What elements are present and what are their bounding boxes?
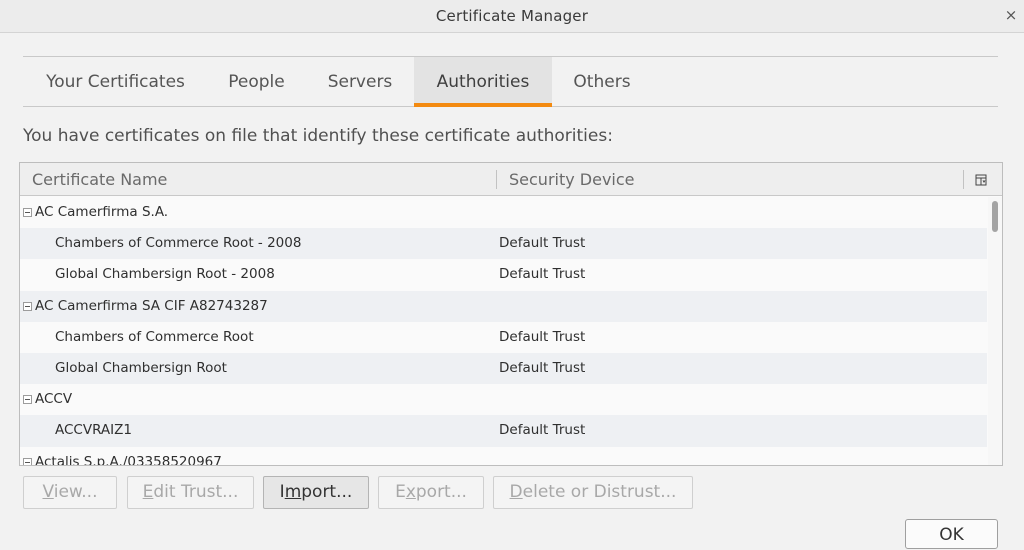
tree-row-certificate[interactable]: Chambers of Commerce Root Default Trust (20, 322, 987, 353)
collapse-toggle-icon[interactable] (23, 208, 32, 217)
tab-others[interactable]: Others (552, 57, 652, 107)
tree-row-certificate[interactable]: Chambers of Commerce Root - 2008 Default… (20, 228, 987, 260)
tab-authorities[interactable]: Authorities (414, 57, 552, 107)
column-header-certificate-name[interactable]: Certificate Name (32, 163, 167, 196)
edit-trust-button-accesskey: E (142, 482, 154, 502)
tree-row-group[interactable]: Actalis S.p.A./03358520967 (20, 447, 987, 466)
collapse-toggle-icon[interactable] (23, 457, 32, 465)
tree-row-group[interactable]: ACCV (20, 384, 987, 415)
tree-row-certificate[interactable]: Global Chambersign Root - 2008 Default T… (20, 259, 987, 290)
export-button-label: E (395, 482, 406, 502)
ok-button[interactable]: OK (905, 519, 998, 549)
delete-button-label-rest: elete or Distrust... (522, 482, 677, 502)
group-name: AC Camerfirma SA CIF A82743287 (35, 297, 268, 314)
security-device: Default Trust (499, 359, 586, 376)
view-button[interactable]: View... (23, 476, 117, 509)
edit-trust-button[interactable]: Edit Trust... (127, 476, 254, 509)
certificate-name: ACCVRAIZ1 (55, 422, 132, 439)
close-icon[interactable]: × (1004, 6, 1018, 24)
title-bar: Certificate Manager × (0, 0, 1024, 33)
export-button-label-rest: port... (415, 482, 467, 502)
tree-row-group[interactable]: AC Camerfirma S.A. (20, 197, 987, 228)
certificate-tree[interactable]: Certificate Name Security Device AC Came… (19, 162, 1003, 466)
certificate-name: Chambers of Commerce Root (55, 328, 254, 345)
certificate-name: Chambers of Commerce Root - 2008 (55, 235, 302, 252)
tree-header: Certificate Name Security Device (20, 163, 1002, 196)
group-name: Actalis S.p.A./03358520967 (35, 453, 222, 466)
column-divider[interactable] (963, 170, 964, 189)
vertical-scrollbar[interactable] (988, 197, 1002, 465)
collapse-toggle-icon[interactable] (23, 395, 32, 405)
certificate-name: Global Chambersign Root - 2008 (55, 266, 275, 283)
export-button[interactable]: Export... (378, 476, 484, 509)
tree-body: AC Camerfirma S.A. Chambers of Commerce … (20, 197, 987, 466)
delete-or-distrust-button[interactable]: Delete or Distrust... (493, 476, 693, 509)
security-device: Default Trust (499, 235, 586, 252)
security-device: Default Trust (499, 422, 586, 439)
import-button-label-rest: port... (301, 482, 353, 502)
view-button-label-rest: iew... (53, 482, 98, 502)
column-header-security-device[interactable]: Security Device (509, 163, 635, 196)
delete-button-accesskey: D (509, 482, 523, 502)
authorities-description: You have certificates on file that ident… (23, 126, 613, 146)
group-name: AC Camerfirma S.A. (35, 204, 169, 220)
tab-your-certificates[interactable]: Your Certificates (23, 57, 208, 107)
column-divider[interactable] (496, 170, 497, 189)
window-title: Certificate Manager (435, 7, 589, 25)
import-button[interactable]: Import... (263, 476, 369, 509)
group-name: ACCV (35, 391, 73, 408)
import-button-accesskey: m (284, 482, 302, 502)
view-button-accesskey: V (42, 482, 54, 502)
certificate-name: Global Chambersign Root (55, 359, 227, 376)
export-button-accesskey: x (405, 482, 416, 502)
scrollbar-thumb[interactable] (992, 201, 998, 232)
security-device: Default Trust (499, 266, 586, 283)
tree-row-certificate[interactable]: ACCVRAIZ1 Default Trust (20, 415, 987, 447)
tab-strip: Your Certificates People Servers Authori… (23, 56, 998, 107)
tab-servers[interactable]: Servers (305, 57, 415, 107)
collapse-toggle-icon[interactable] (23, 301, 32, 311)
tab-people[interactable]: People (208, 57, 305, 107)
tree-row-certificate[interactable]: Global Chambersign Root Default Trust (20, 352, 987, 385)
tree-row-group[interactable]: AC Camerfirma SA CIF A82743287 (20, 290, 987, 322)
edit-trust-button-label-rest: dit Trust... (153, 482, 239, 502)
security-device: Default Trust (499, 328, 586, 345)
column-picker-icon[interactable] (975, 171, 989, 186)
